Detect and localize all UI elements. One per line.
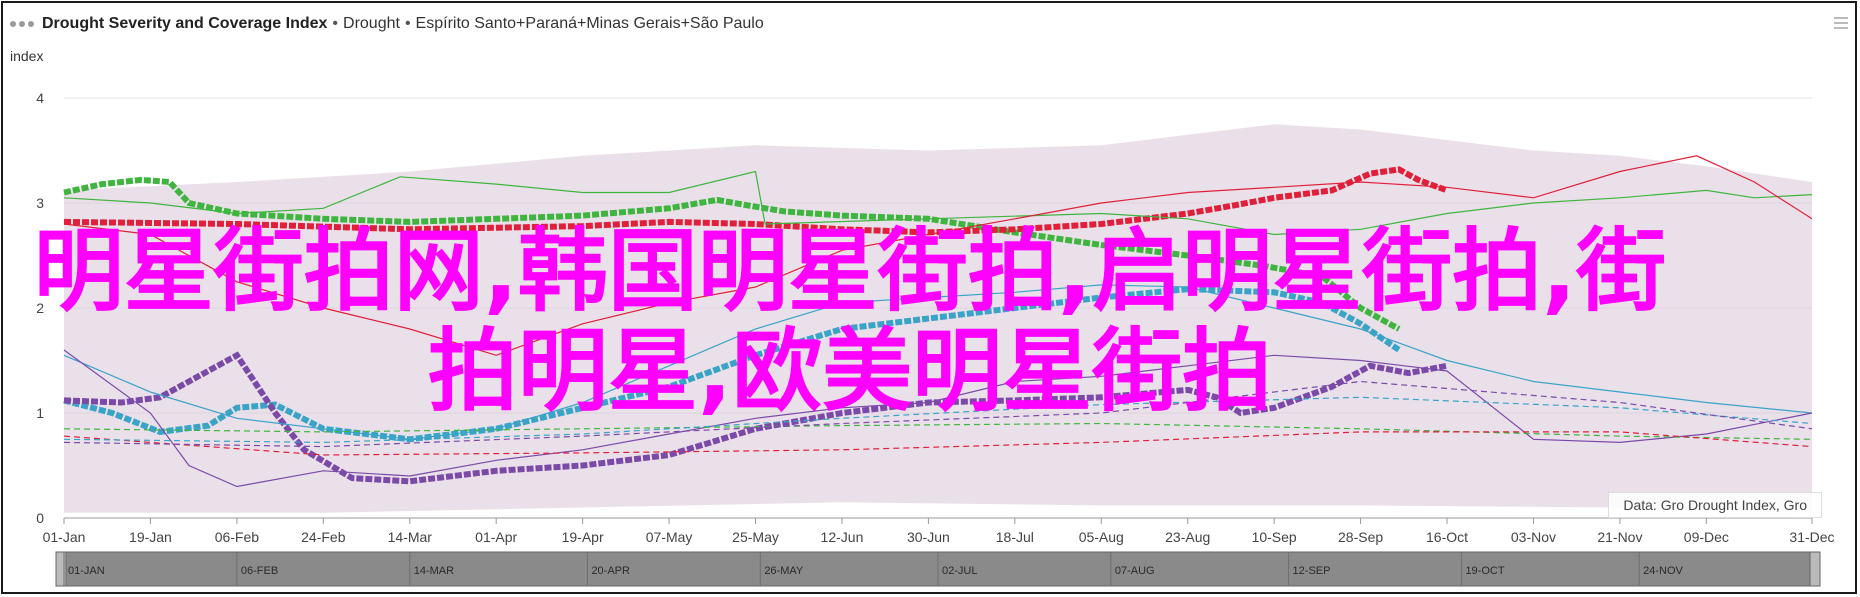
x-tick-label: 28-Sep	[1338, 529, 1383, 545]
navigator-label: 12-SEP	[1293, 565, 1331, 577]
x-tick-label: 24-Feb	[301, 529, 346, 545]
x-tick-label: 03-Nov	[1511, 529, 1556, 545]
y-tick-label: 3	[36, 195, 44, 211]
navigator-label: 24-NOV	[1643, 565, 1683, 577]
x-tick-label: 23-Aug	[1165, 529, 1210, 545]
x-tick-label: 14-Mar	[388, 529, 433, 545]
x-tick-label: 19-Apr	[562, 529, 604, 545]
navigator-label: 26-MAY	[764, 565, 804, 577]
x-tick-label: 18-Jul	[996, 529, 1034, 545]
x-tick-label: 10-Sep	[1252, 529, 1297, 545]
navigator-label: 07-AUG	[1115, 565, 1155, 577]
x-tick-label: 12-Jun	[821, 529, 864, 545]
line-chart[interactable]: 0 1 2 3 4 01-Jan 19-Jan 06-Feb 24-Feb 14-Mar 01-Ap…	[0, 0, 1860, 597]
y-tick-label: 0	[36, 510, 44, 526]
x-tick-label: 01-Apr	[475, 529, 517, 545]
x-tick-label: 07-May	[646, 529, 693, 545]
x-tick-label: 25-May	[732, 529, 779, 545]
navigator-label: 19-OCT	[1465, 565, 1504, 577]
x-tick-label: 05-Aug	[1079, 529, 1124, 545]
y-tick-label: 4	[36, 90, 44, 106]
x-tick-label: 09-Dec	[1684, 529, 1729, 545]
x-tick-label: 31-Dec	[1789, 529, 1834, 545]
navigator-label: 14-MAR	[414, 565, 454, 577]
navigator-label: 06-FEB	[241, 565, 278, 577]
navigator-label: 20-APR	[591, 565, 630, 577]
x-tick-label: 19-Jan	[129, 529, 172, 545]
navigator-label: 01-JAN	[68, 565, 105, 577]
x-tick-label: 21-Nov	[1597, 529, 1642, 545]
y-tick-label: 1	[36, 405, 44, 421]
navigator-label: 02-JUL	[942, 565, 977, 577]
x-tick-label: 06-Feb	[215, 529, 260, 545]
x-tick-label: 30-Jun	[907, 529, 950, 545]
x-tick-label: 16-Oct	[1426, 529, 1468, 545]
x-tick-label: 01-Jan	[43, 529, 86, 545]
y-tick-label: 2	[36, 300, 44, 316]
navigator-right-handle[interactable]	[1809, 551, 1821, 587]
source-credit: Data: Gro Drought Index, Gro	[1608, 492, 1822, 518]
